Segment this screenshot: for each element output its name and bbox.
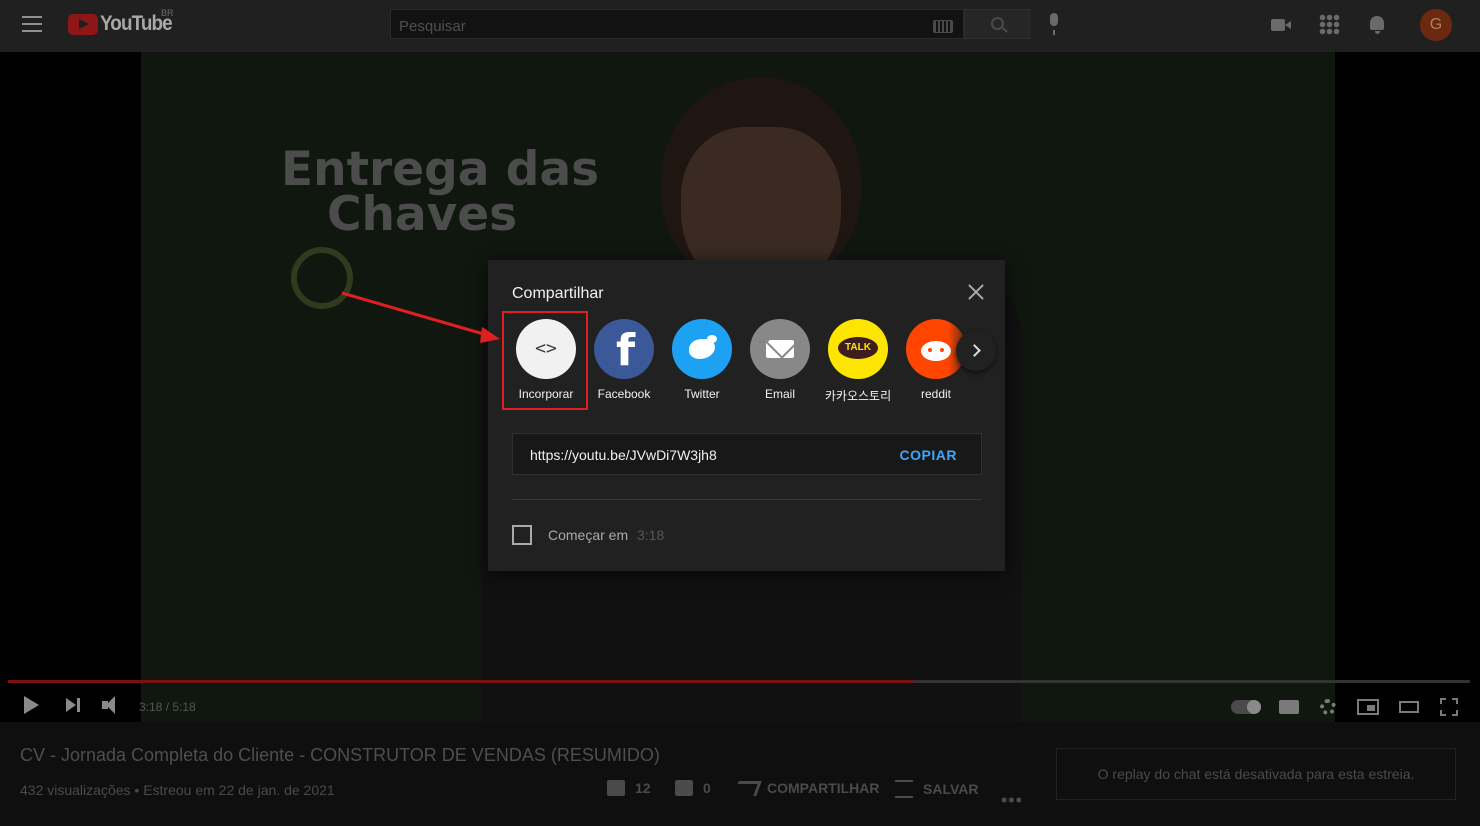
settings-gear-icon[interactable] [1320, 699, 1336, 715]
menu-icon[interactable] [22, 16, 42, 32]
copy-button[interactable]: COPIAR [900, 447, 957, 463]
region-code: BR [161, 8, 174, 18]
share-target-kakaostory[interactable]: TALK 카카오스토리 [819, 319, 897, 404]
share-arrow-icon [733, 780, 762, 796]
progress-fill [8, 680, 915, 683]
video-meta: 432 visualizações • Estreou em 22 de jan… [20, 782, 335, 798]
apps-grid-icon[interactable] [1319, 14, 1340, 35]
miniplayer-icon[interactable] [1357, 699, 1379, 715]
view-count: 432 visualizações [20, 782, 131, 798]
theater-mode-icon[interactable] [1399, 701, 1419, 713]
share-url-box: https://youtu.be/JVwDi7W3jh8 COPIAR [512, 433, 982, 475]
premiere-date: Estreou em 22 de jan. de 2021 [143, 782, 335, 798]
thumbs-up-icon [607, 780, 625, 796]
kakaotalk-icon: TALK [828, 319, 888, 379]
share-dialog: Compartilhar <> Incorporar f Facebook Tw… [488, 260, 1005, 571]
notifications-bell-icon[interactable] [1367, 14, 1389, 36]
play-icon[interactable] [24, 696, 39, 714]
youtube-play-icon [68, 13, 98, 35]
search-input[interactable] [397, 15, 921, 37]
embed-code-icon: <> [516, 319, 576, 379]
keyboard-icon[interactable] [933, 20, 953, 33]
share-target-label: Incorporar [518, 387, 574, 401]
save-label: SALVAR [923, 781, 979, 797]
dislike-button[interactable]: 0 [675, 780, 711, 796]
masthead: YouTube BR G [0, 0, 1480, 52]
fullscreen-icon[interactable] [1440, 698, 1458, 716]
meta-separator: • [134, 782, 144, 798]
twitter-icon [672, 319, 732, 379]
share-url[interactable]: https://youtu.be/JVwDi7W3jh8 [530, 447, 717, 463]
share-target-label: Facebook [597, 387, 651, 401]
kakaotalk-icon-text: TALK [838, 337, 878, 359]
chevron-right-icon[interactable] [956, 331, 996, 371]
video-overlay-line2: Chaves [327, 187, 518, 242]
share-button[interactable]: COMPARTILHAR [733, 780, 880, 796]
divider [512, 499, 982, 500]
close-icon[interactable] [965, 281, 987, 303]
keys-graphic [291, 247, 353, 309]
save-button[interactable]: SALVAR [895, 780, 978, 798]
facebook-icon: f [594, 319, 654, 379]
share-target-label: 카카오스토리 [824, 389, 892, 403]
like-count: 12 [635, 780, 651, 796]
share-label: COMPARTILHAR [767, 780, 880, 796]
share-target-email[interactable]: Email [741, 319, 819, 401]
dialog-title: Compartilhar [512, 285, 604, 302]
search-button[interactable] [964, 9, 1030, 39]
playlist-add-icon [895, 780, 913, 798]
progress-bar[interactable] [8, 680, 1470, 683]
autoplay-toggle-icon[interactable] [1231, 700, 1261, 714]
subtitles-icon[interactable] [1279, 700, 1299, 714]
share-targets: <> Incorporar f Facebook Twitter Email T… [488, 319, 1005, 419]
create-video-icon[interactable] [1270, 14, 1292, 36]
thumbs-down-icon [675, 780, 693, 796]
microphone-icon[interactable] [1046, 13, 1062, 37]
email-icon [750, 319, 810, 379]
start-at-label: Começar em [548, 527, 629, 543]
share-target-label: Twitter [684, 387, 720, 401]
share-target-facebook[interactable]: f Facebook [585, 319, 663, 401]
dislike-count: 0 [703, 780, 711, 796]
next-video-icon[interactable] [66, 698, 82, 712]
avatar[interactable]: G [1420, 9, 1452, 41]
chat-message: O replay do chat está desativada para es… [1097, 766, 1415, 782]
share-target-twitter[interactable]: Twitter [663, 319, 741, 401]
video-title: CV - Jornada Completa do Cliente - CONST… [20, 745, 660, 765]
search-box [390, 9, 964, 39]
volume-icon[interactable] [102, 696, 126, 714]
chat-replay-notice: O replay do chat está desativada para es… [1056, 748, 1456, 800]
share-target-embed[interactable]: <> Incorporar [507, 319, 585, 401]
start-at-time[interactable]: 3:18 [637, 527, 664, 543]
start-at-checkbox[interactable] [512, 525, 532, 545]
more-options-icon[interactable]: ••• [1001, 790, 1023, 811]
time-display: 3:18 / 5:18 [139, 700, 196, 714]
share-target-label: Email [764, 387, 795, 401]
like-button[interactable]: 12 [607, 780, 651, 796]
search-icon [991, 17, 1004, 30]
player-controls: 3:18 / 5:18 [0, 688, 1480, 722]
